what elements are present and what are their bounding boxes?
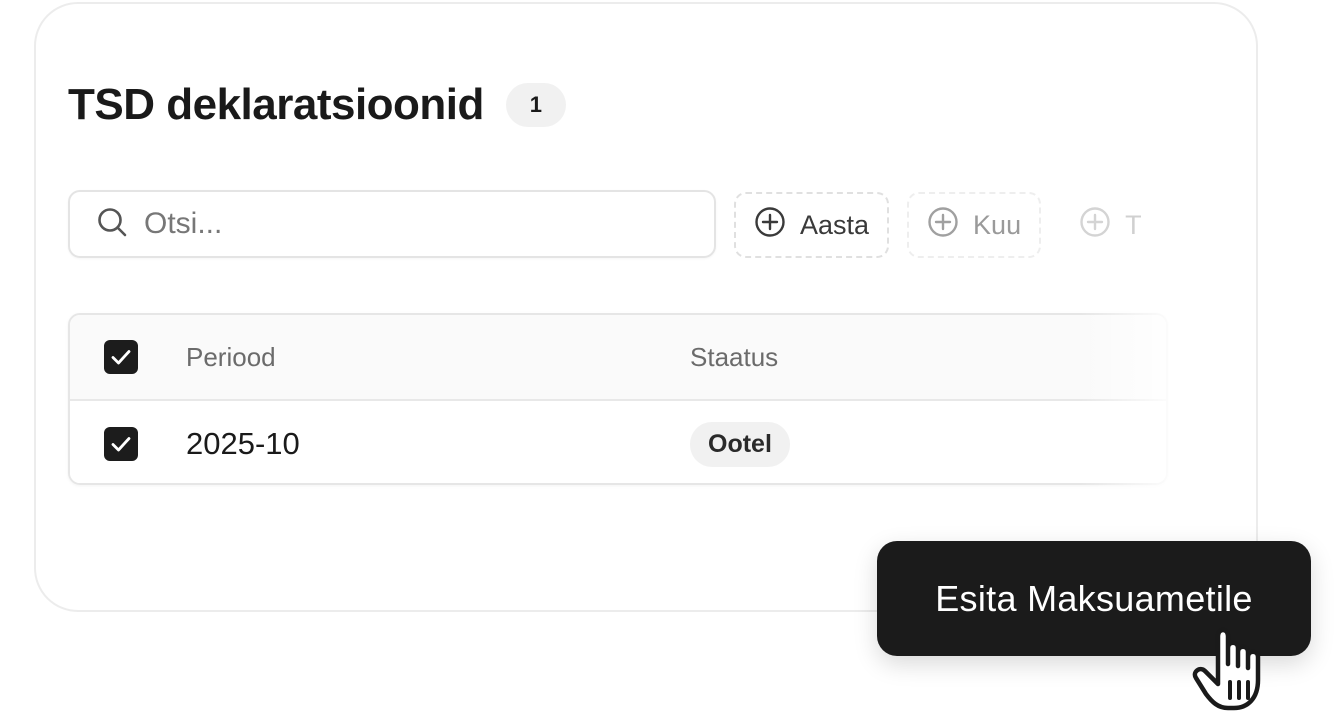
row-checkbox[interactable] xyxy=(104,427,138,461)
check-icon xyxy=(111,350,131,365)
filter-month-button[interactable]: Kuu xyxy=(907,192,1042,258)
plus-circle-icon xyxy=(1079,206,1111,245)
header: TSD deklaratsioonid 1 xyxy=(68,80,566,130)
page-title: TSD deklaratsioonid xyxy=(68,80,484,129)
select-all-checkbox[interactable] xyxy=(104,340,138,374)
filter-month-label: Kuu xyxy=(973,209,1022,240)
filter-type-button[interactable]: T xyxy=(1059,192,1160,258)
column-header-status[interactable]: Staatus xyxy=(690,342,778,373)
declarations-table: Periood Staatus 2025-10 Ootel xyxy=(68,313,1168,485)
filter-year-button[interactable]: Aasta xyxy=(734,192,890,258)
plus-circle-icon xyxy=(754,206,786,245)
filter-bar: Aasta Kuu T xyxy=(734,192,1160,260)
plus-circle-icon xyxy=(927,206,959,245)
search-box[interactable] xyxy=(68,190,716,258)
filter-type-label: T xyxy=(1125,209,1142,240)
table-header: Periood Staatus xyxy=(70,315,1166,401)
search-icon xyxy=(96,206,128,243)
table-row[interactable]: 2025-10 Ootel xyxy=(70,401,1166,483)
column-header-period[interactable]: Periood xyxy=(186,342,276,373)
search-input[interactable] xyxy=(142,206,666,242)
count-badge: 1 xyxy=(505,83,566,127)
filter-year-label: Aasta xyxy=(800,209,870,240)
hand-pointer-icon xyxy=(1188,614,1284,714)
row-period: 2025-10 xyxy=(186,426,300,461)
status-badge: Ootel xyxy=(690,421,790,467)
check-icon xyxy=(111,437,131,452)
